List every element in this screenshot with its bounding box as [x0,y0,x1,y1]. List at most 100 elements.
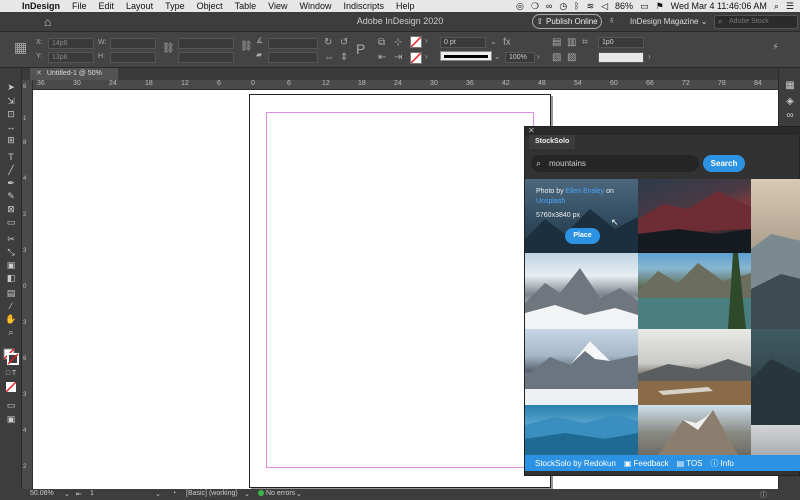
document-tab[interactable]: ✕ Untitled-1 @ 50% [30,68,118,80]
menu-table[interactable]: Table [229,1,263,11]
shear-field[interactable] [268,52,318,63]
line-tool-icon[interactable]: ╱ [3,165,19,176]
formatting-container-icon[interactable]: □ T [3,368,19,379]
pencil-tool-icon[interactable]: ✎ [3,191,19,202]
select-content-icon[interactable]: ⊹ [394,37,402,48]
horizontal-ruler[interactable]: 36 30 24 18 12 6 0 6 12 18 24 30 36 42 4… [33,80,778,90]
layers-icon[interactable]: ◈ [783,96,797,110]
opacity-field[interactable]: 100% [505,52,535,63]
first-page-icon[interactable]: ⇤ [76,490,82,498]
photo-thumbnail[interactable] [751,425,800,455]
hand-tool-icon[interactable]: ✋ [3,314,19,325]
stocksolo-tab[interactable]: StockSolo [529,135,576,149]
rotate-ccw-icon[interactable]: ↺ [340,37,348,48]
zoom-dropdown-icon[interactable]: ⌄ [64,490,70,498]
select-container-icon[interactable]: ⧉ [378,37,385,48]
spotlight-icon[interactable]: ⌕ [774,1,779,12]
opacity-arrow-icon[interactable]: › [537,52,540,61]
zoom-tool-icon[interactable]: ⌕ [3,327,19,338]
menu-app[interactable]: InDesign [16,1,66,11]
height-field[interactable] [110,52,156,63]
menubar-clock[interactable]: Wed Mar 4 11:46:06 AM [671,1,767,11]
volume-icon[interactable]: ◁ [601,1,608,12]
menu-type[interactable]: Type [159,1,191,11]
rectangle-frame-tool-icon[interactable]: ⊠ [3,204,19,215]
preflight-profile[interactable]: [Basic] (working) [186,490,238,497]
photo-thumbnail[interactable] [638,253,751,329]
screen-mode-icon[interactable]: ▭ [3,400,19,411]
menu-indiscripts[interactable]: Indiscripts [338,1,391,11]
menu-edit[interactable]: Edit [93,1,121,11]
type-tool-icon[interactable]: T [3,152,19,163]
footer-brand[interactable]: StockSolo by Redokun [535,459,616,468]
battery-icon[interactable]: ▭ [640,1,649,12]
publish-online-button[interactable]: ⇪ Publish Online [532,14,602,29]
eyedropper-tool-icon[interactable]: ⁄ [3,301,19,312]
opacity-icon[interactable]: fx [503,37,511,48]
panel-title-bar[interactable]: ✕ [525,126,800,135]
flag-icon[interactable]: ⚑ [656,1,664,12]
column-arrow-icon[interactable]: › [648,52,651,61]
wrap-bounding-icon[interactable]: ▨ [567,52,576,63]
x-field[interactable]: 14p6 [48,38,94,49]
wrap-icon[interactable]: ▧ [552,52,561,63]
fit-frame-icon[interactable]: ⌗ [582,37,588,48]
time-machine-icon[interactable]: ◷ [559,1,567,12]
wifi-icon[interactable]: ≋ [587,1,595,12]
stroke-swatch[interactable] [410,52,422,64]
pen-tool-icon[interactable]: ✒ [3,178,19,189]
text-frame-icon[interactable]: P [356,41,365,57]
preflight-dropdown-icon[interactable]: ⌄ [296,490,302,498]
search-button[interactable]: Search [703,155,745,172]
scale-lock-icon[interactable]: ⛓ [240,41,253,52]
preview-mode-icon[interactable]: ▣ [3,414,19,425]
menu-view[interactable]: View [262,1,293,11]
select-next-icon[interactable]: ⇥ [394,52,402,63]
page-tool-icon[interactable]: ⊡ [3,109,19,120]
gutter-field[interactable]: 1p0 [598,37,644,48]
gap-tool-icon[interactable]: ↔ [3,122,19,133]
fill-menu-arrow-icon[interactable]: › [425,36,428,45]
apply-none-icon[interactable] [3,381,19,393]
bluetooth-icon[interactable]: ᛒ [574,1,579,11]
open-document-icon[interactable]: ◔ [172,490,176,497]
y-field[interactable]: 13p6 [48,52,94,63]
links-icon[interactable]: ∞ [783,110,797,124]
rectangle-tool-icon[interactable]: ▭ [3,217,19,228]
lightbulb-icon[interactable]: ♁ [608,15,616,26]
notification-center-icon[interactable]: ☰ [786,1,794,12]
photo-thumbnail[interactable] [751,329,800,425]
width-field[interactable] [110,38,156,49]
rotate-icon[interactable]: ∡ [256,36,263,45]
flip-horizontal-icon[interactable]: ⇔ [324,52,334,63]
scale-y-field[interactable] [178,52,234,63]
menu-help[interactable]: Help [390,1,421,11]
status-icon[interactable]: ❍ [531,1,539,12]
page-number[interactable]: 1 [90,490,94,497]
stroke-weight-dropdown-icon[interactable]: ⌄ [490,37,497,46]
align-left-icon[interactable]: ▤ [552,37,561,48]
scale-x-field[interactable] [178,38,234,49]
unsplash-link[interactable]: Unsplash [536,198,565,205]
photo-thumbnail[interactable] [638,329,751,405]
menu-layout[interactable]: Layout [120,1,159,11]
rotate-cw-icon[interactable]: ↻ [324,37,332,48]
stroke-type-dropdown-icon[interactable]: ⌄ [494,52,501,61]
profile-dropdown-icon[interactable]: ⌄ [244,490,250,498]
constrain-proportions-icon[interactable]: ⛓ [162,43,175,54]
photo-thumbnail[interactable] [751,179,800,329]
photo-thumbnail[interactable] [638,179,751,253]
cc-libraries-icon[interactable]: ▦ [783,80,797,94]
direct-selection-tool-icon[interactable]: ⇲ [3,96,19,107]
reference-point-icon[interactable]: ▦ [14,39,27,56]
stroke-type-preview[interactable] [440,51,492,61]
place-button[interactable]: Place [565,228,600,244]
preflight-status[interactable]: No errors [258,490,295,497]
author-link[interactable]: Ellen Ensley [566,188,605,195]
info-icon[interactable]: ⓘ [760,490,767,500]
rotation-field[interactable] [268,38,318,49]
workspace-switcher[interactable]: InDesign Magazine ⌄ [630,17,707,26]
menu-object[interactable]: Object [191,1,229,11]
page-dropdown-icon[interactable]: ⌄ [155,490,161,498]
menu-file[interactable]: File [66,1,93,11]
